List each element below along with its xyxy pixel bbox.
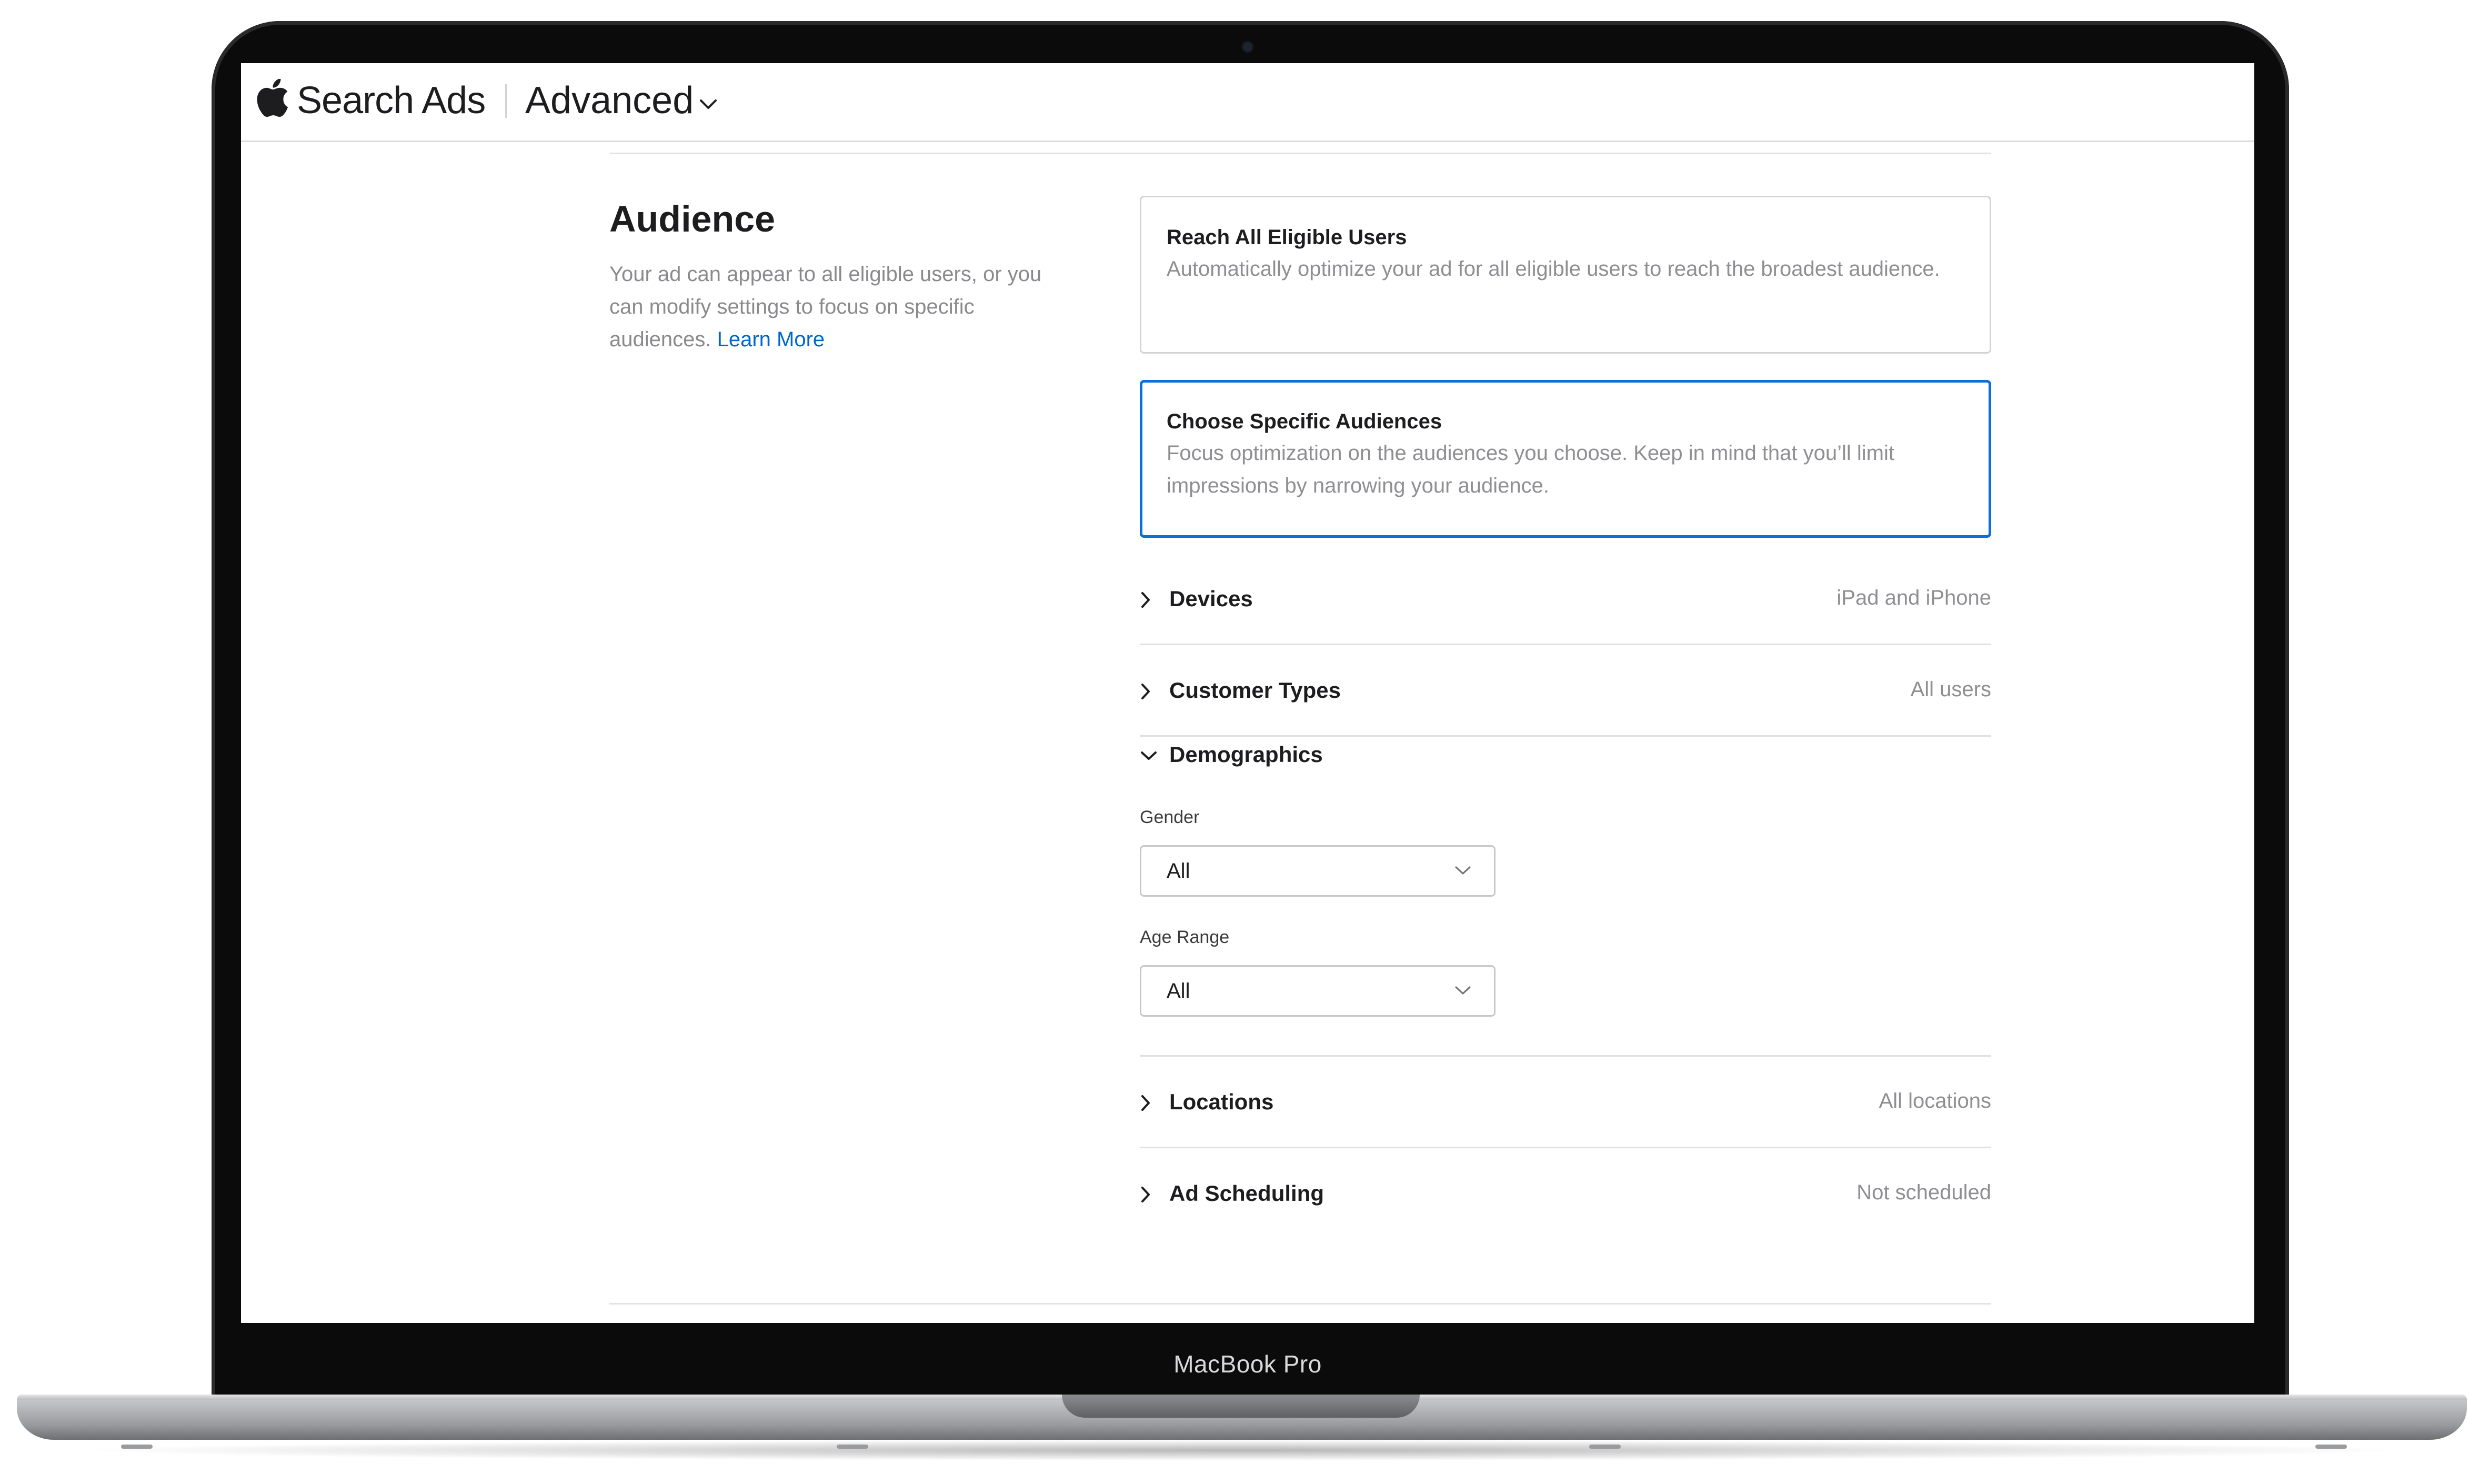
mode-label: Advanced [525,79,694,122]
gender-select[interactable]: All [1140,845,1496,897]
device-model-label: MacBook Pro [1173,1350,1322,1378]
option-description: Automatically optimize your ad for all e… [1167,257,1940,280]
row-label: Devices [1169,586,1253,611]
row-label: Demographics [1169,742,1323,767]
section-title: Audience [609,198,776,239]
chevron-right-icon [1141,1095,1150,1111]
section-description: Your ad can appear to all eligible users… [609,258,1072,356]
macbook-foot [1589,1445,1621,1449]
option-reach-all-users[interactable]: Reach All Eligible Users Automatically o… [1140,196,1991,354]
brand-divider [505,84,507,118]
chevron-down-icon [1455,986,1471,995]
row-devices[interactable]: Devices iPad and iPhone [1140,554,1991,645]
option-title: Choose Specific Audiences [1167,410,1442,433]
mode-switcher[interactable]: Advanced [525,79,718,122]
gender-value: All [1167,859,1190,883]
row-value: iPad and iPhone [1836,586,1991,609]
macbook-foot [2315,1445,2347,1449]
row-value: All locations [1879,1089,1991,1112]
macbook-notch [1062,1395,1420,1418]
row-label: Customer Types [1169,678,1341,703]
option-description: Focus optimization on the audiences you … [1167,442,1894,497]
chevron-right-icon [1141,1187,1150,1202]
row-value: Not scheduled [1856,1181,1991,1204]
row-demographics[interactable]: Demographics [1140,737,1991,800]
top-divider [609,153,1991,154]
chevron-down-icon [1455,866,1471,875]
chevron-down-icon [700,99,717,109]
gender-label: Gender [1140,807,1200,827]
chevron-down-icon [1141,751,1157,760]
age-range-select[interactable]: All [1140,965,1496,1017]
option-title: Reach All Eligible Users [1167,226,1407,249]
row-label: Ad Scheduling [1169,1181,1324,1206]
age-range-value: All [1167,979,1190,1002]
camera-icon [1243,42,1252,52]
apple-logo-icon [257,79,288,117]
row-label: Locations [1169,1089,1274,1114]
bottom-divider [609,1303,1991,1305]
chevron-right-icon [1141,684,1150,699]
row-locations[interactable]: Locations All locations [1140,1057,1991,1148]
row-value: All users [1910,678,1991,701]
screen: Search Ads Advanced Audience Your ad can… [241,63,2254,1323]
age-range-label: Age Range [1140,927,1230,947]
section-description-text: Your ad can appear to all eligible users… [609,263,1042,351]
row-customer-types[interactable]: Customer Types All users [1140,645,1991,737]
option-choose-specific-audiences[interactable]: Choose Specific Audiences Focus optimiza… [1140,380,1991,538]
brand-title: Search Ads [297,79,486,122]
base-shadow [63,1440,2421,1461]
macbook-foot [121,1445,153,1449]
learn-more-link[interactable]: Learn More [717,328,825,351]
chevron-right-icon [1141,592,1150,608]
macbook-foot [837,1445,868,1449]
row-ad-scheduling[interactable]: Ad Scheduling Not scheduled [1140,1148,1991,1240]
